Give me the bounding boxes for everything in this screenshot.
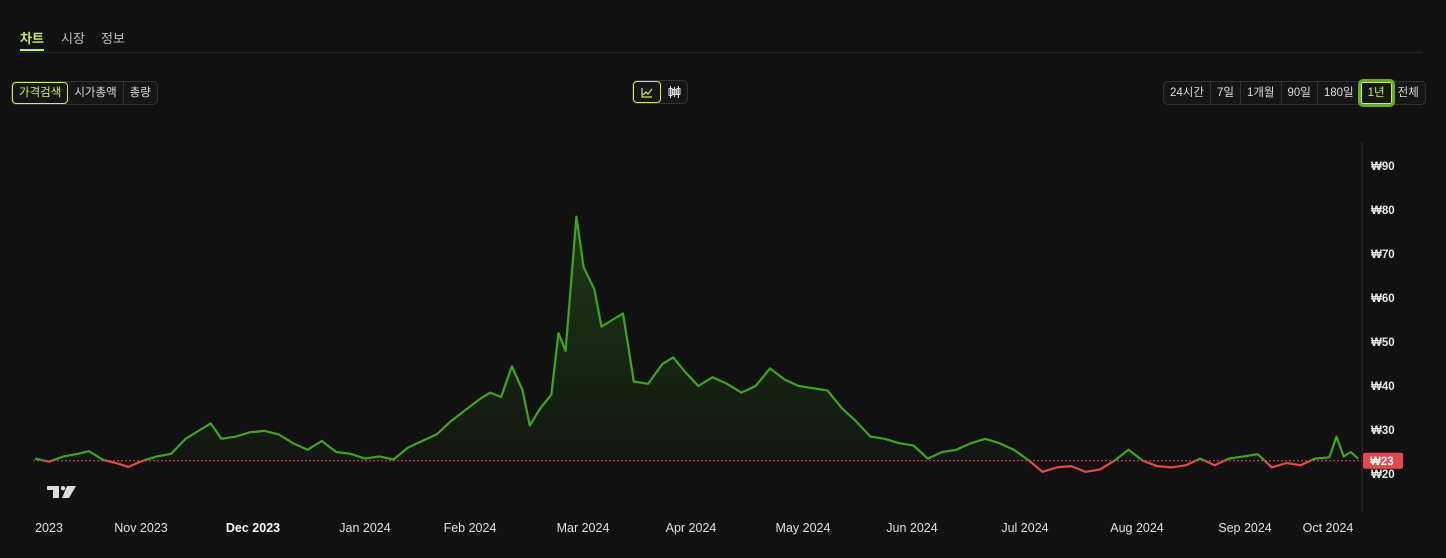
line-chart-button[interactable] [633,81,661,103]
x-tick-label: Jul 2024 [1001,521,1048,535]
x-tick-label: May 2024 [776,521,831,535]
range-24h-button[interactable]: 24시간 [1164,82,1211,104]
range-1y-button[interactable]: 1년 [1357,79,1395,107]
x-tick-label: Sep 2024 [1218,521,1272,535]
y-tick-label: ₩30 [1371,425,1395,437]
range-180d-button[interactable]: 180일 [1318,82,1361,104]
range-all-button[interactable]: 전체 [1392,82,1425,104]
y-tick-label: ₩60 [1371,293,1395,305]
current-price-label: ₩23 [1370,456,1394,468]
x-tick-label: Feb 2024 [444,521,497,535]
range-7d-button[interactable]: 7일 [1211,82,1241,104]
range-90d-button[interactable]: 90일 [1282,82,1318,104]
range-1m-button[interactable]: 1개월 [1241,82,1282,104]
y-tick-label: ₩20 [1371,469,1395,481]
x-tick-label: Aug 2024 [1110,521,1164,535]
x-tick-label: 2023 [35,521,63,535]
x-tick-label: Oct 2024 [1303,521,1354,535]
y-tick-label: ₩50 [1371,337,1395,349]
chart-type-selector [632,80,688,104]
x-tick-label: Dec 2023 [226,521,280,535]
y-tick-label: ₩40 [1371,381,1395,393]
price-area-fill [35,216,1358,461]
x-tick-label: Apr 2024 [666,521,717,535]
x-tick-label: Jun 2024 [886,521,937,535]
tab-info[interactable]: 정보 [101,28,125,47]
tradingview-logo [47,486,76,498]
x-tick-label: Mar 2024 [557,521,610,535]
price-button[interactable]: 가격검색 [12,82,69,104]
y-tick-label: ₩70 [1371,249,1395,261]
candlestick-icon [668,86,680,98]
x-tick-label: Jan 2024 [339,521,390,535]
tab-bar: 차트 시장 정보 [20,24,1422,53]
volume-button[interactable]: 총량 [124,82,157,104]
metric-selector: 가격검색 시가총액 총량 [11,81,158,105]
market-cap-button[interactable]: 시가총액 [68,82,124,104]
candlestick-button[interactable] [661,81,687,103]
line-chart-icon [641,87,653,98]
y-tick-label: ₩80 [1371,205,1395,217]
price-chart[interactable]: ₩90 ₩80 ₩70 ₩60 ₩50 ₩40 ₩30 ₩20 2023 Nov 2023 Dec… [0,130,1446,550]
tab-chart[interactable]: 차트 [20,28,44,51]
range-selector: 24시간 7일 1개월 90일 180일 1년 전체 [1163,79,1426,107]
x-tick-label: Nov 2023 [114,521,168,535]
y-tick-label: ₩90 [1371,161,1395,173]
tab-market[interactable]: 시장 [61,28,85,47]
